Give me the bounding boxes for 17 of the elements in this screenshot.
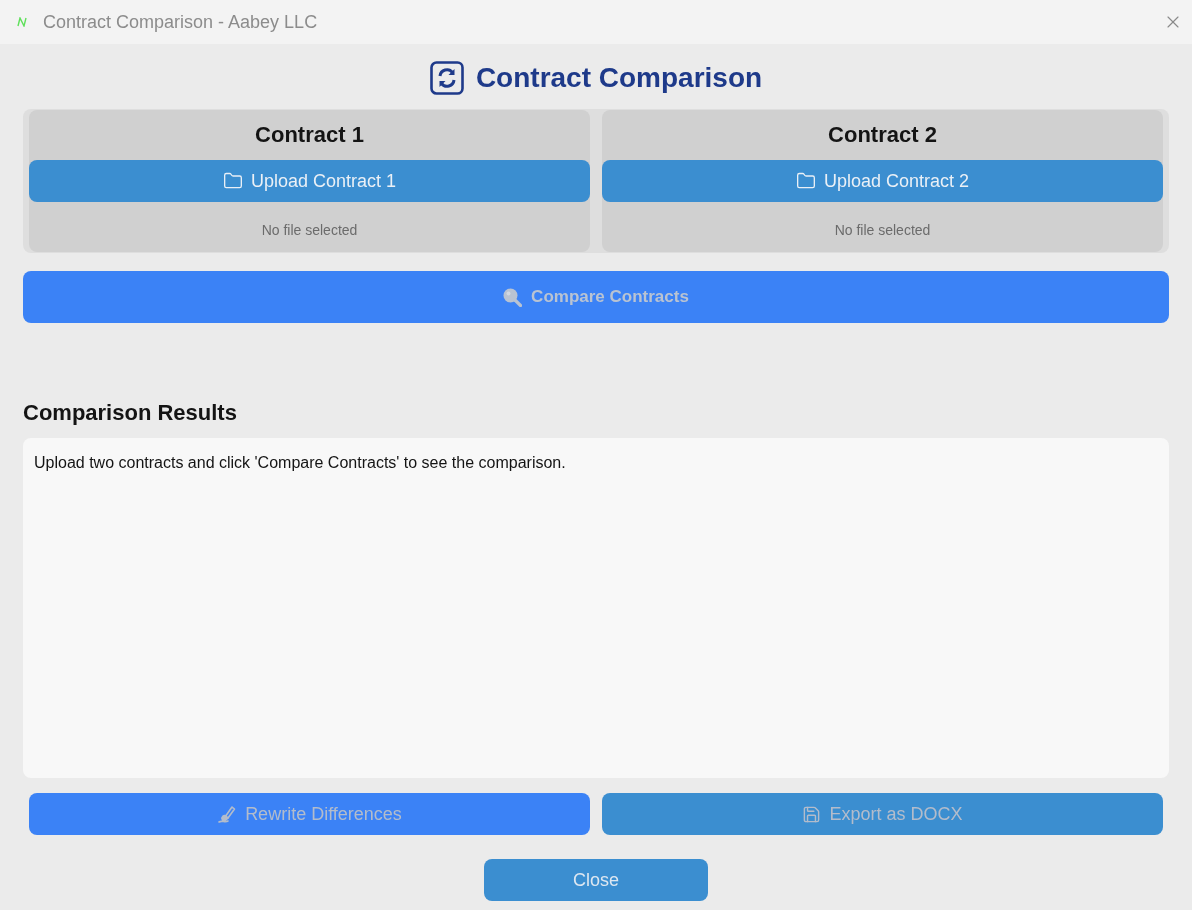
folder-icon (222, 171, 243, 191)
results-heading: Comparison Results (23, 399, 237, 427)
folder-icon (795, 171, 816, 191)
sync-icon (429, 61, 464, 95)
magnifier-icon (503, 287, 523, 307)
window-title: Contract Comparison - Aabey LLC (43, 10, 318, 34)
file-status: No file selected (834, 221, 931, 240)
upload-button[interactable]: Upload Contract 2 (602, 160, 1163, 202)
contract-title: Contract 2 (828, 121, 937, 149)
contract-title: Contract 1 (255, 121, 364, 149)
page-heading: Contract Comparison (475, 61, 763, 95)
close-button[interactable]: Close (484, 859, 708, 901)
file-status: No file selected (261, 221, 358, 240)
results-text: Upload two contracts and click 'Compare Contracts' to see the comparison. (34, 453, 567, 473)
pen-writing-icon (217, 804, 238, 824)
upload-button[interactable]: Upload Contract 1 (29, 160, 590, 202)
app-logo-icon (17, 17, 27, 27)
